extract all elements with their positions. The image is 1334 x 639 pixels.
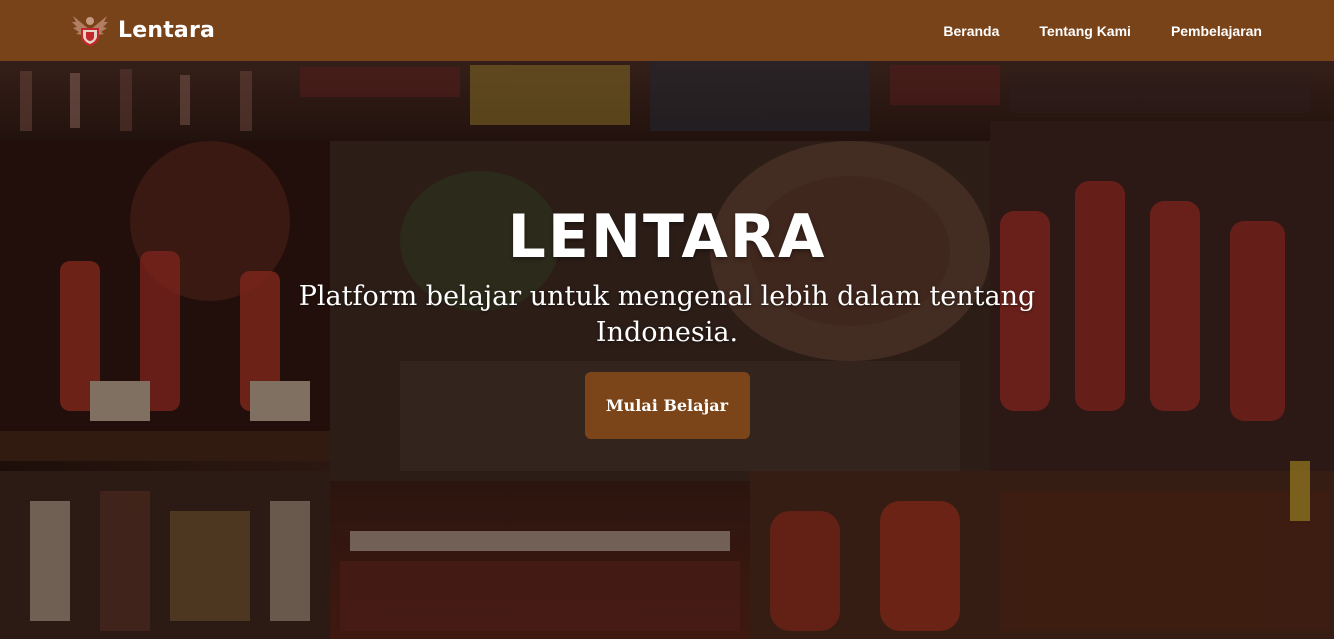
- brand-link[interactable]: Lentara: [70, 9, 215, 51]
- nav-link-beranda[interactable]: Beranda: [943, 23, 999, 39]
- hero-section: LENTARA Platform belajar untuk mengenal …: [0, 61, 1334, 639]
- garuda-logo-icon: [72, 16, 108, 46]
- hero-content: LENTARA Platform belajar untuk mengenal …: [0, 201, 1334, 439]
- hero-title: LENTARA: [507, 202, 827, 272]
- start-learning-button[interactable]: Mulai Belajar: [584, 372, 750, 439]
- nav-link-tentang-kami[interactable]: Tentang Kami: [1039, 23, 1131, 39]
- nav-item-beranda: Beranda: [943, 21, 999, 40]
- nav-item-pembelajaran: Pembelajaran: [1171, 21, 1262, 40]
- hero-subtitle: Platform belajar untuk mengenal lebih da…: [298, 281, 1036, 348]
- navbar: Lentara Beranda Tentang Kami Pembelajara…: [0, 0, 1334, 61]
- nav-item-tentang-kami: Tentang Kami: [1039, 21, 1131, 40]
- nav-links: Beranda Tentang Kami Pembelajaran: [943, 0, 1262, 61]
- nav-link-pembelajaran[interactable]: Pembelajaran: [1171, 23, 1262, 39]
- brand-name: Lentara: [118, 17, 216, 43]
